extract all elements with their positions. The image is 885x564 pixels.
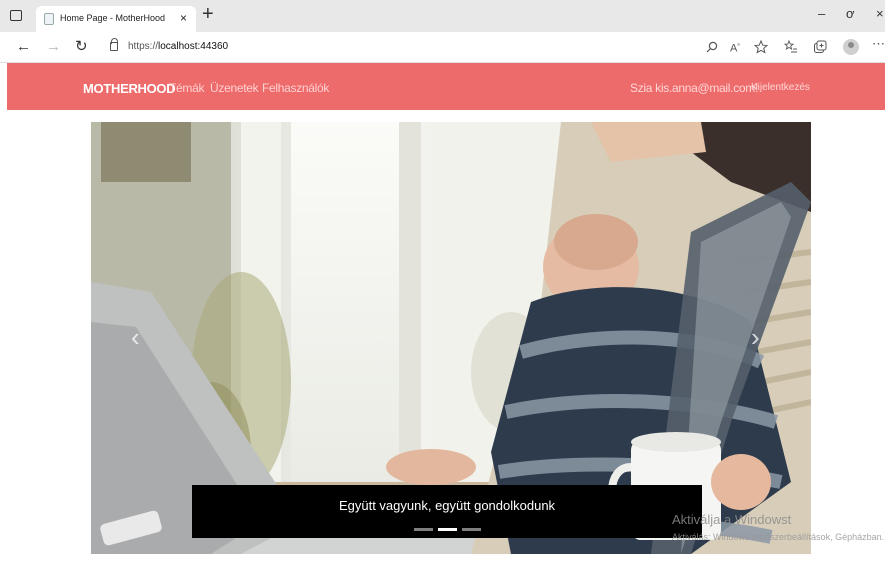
search-icon[interactable] <box>706 41 718 53</box>
brand-logo[interactable]: MOTHERHOOD <box>83 81 176 96</box>
url-text: https://localhost:44360 <box>128 41 229 52</box>
carousel-indicator[interactable] <box>462 528 481 531</box>
more-icon[interactable]: ⋯ <box>872 37 885 50</box>
site-navbar: MOTHERHOOD Témák Üzenetek Felhasználók S… <box>7 63 885 110</box>
logout-link[interactable]: Kijelentkezés <box>751 82 810 93</box>
back-icon[interactable]: ← <box>16 38 31 55</box>
tab-close-icon[interactable]: × <box>180 11 187 25</box>
favorite-icon[interactable] <box>754 40 768 54</box>
profile-icon[interactable] <box>843 39 859 55</box>
collections-icon[interactable] <box>813 40 827 54</box>
nav-link-uzenetek[interactable]: Üzenetek <box>210 81 259 95</box>
forward-icon[interactable]: → <box>46 38 61 55</box>
read-aloud-icon[interactable]: Aᵃ <box>730 40 740 56</box>
page-favicon-icon <box>44 13 54 25</box>
new-tab-button[interactable]: + <box>202 4 214 24</box>
tab-actions-icon[interactable] <box>10 10 22 21</box>
nav-link-felhasznalok[interactable]: Felhasználók <box>262 81 329 95</box>
favorites-list-icon[interactable] <box>784 40 798 54</box>
minimize-button[interactable]: – <box>818 7 825 21</box>
carousel-indicator-active[interactable] <box>438 528 457 531</box>
carousel-caption-box: Együtt vagyunk, együtt gondolkodunk <box>192 485 702 538</box>
restore-button[interactable]: ơ <box>846 7 855 21</box>
carousel-caption: Együtt vagyunk, együtt gondolkodunk <box>338 498 556 513</box>
url-input[interactable]: https://localhost:44360 <box>104 37 784 58</box>
hero-carousel: ‹ › Együtt vagyunk, együtt gondolkodunk <box>91 122 811 554</box>
windows-activation-watermark: Aktiválja a Windowst <box>672 512 792 527</box>
tab-title: Home Page - MotherHood <box>60 13 166 23</box>
lock-icon[interactable] <box>110 38 118 51</box>
browser-tab[interactable]: Home Page - MotherHood × <box>36 6 196 32</box>
nav-link-temak[interactable]: Témák <box>169 81 204 95</box>
carousel-next-button[interactable]: › <box>751 322 760 352</box>
carousel-indicator[interactable] <box>414 528 433 531</box>
windows-activation-subtext: Aktiválás: Windows rendszerbeállítások, … <box>672 532 885 542</box>
browser-tab-bar: Home Page - MotherHood × + – ơ × <box>0 0 885 32</box>
user-greeting-link[interactable]: Szia kis.anna@mail.com! <box>630 81 758 95</box>
close-window-button[interactable]: × <box>876 7 884 21</box>
address-bar: ← → ↻ https://localhost:44360 Aᵃ ⋯ <box>0 32 885 63</box>
refresh-icon[interactable]: ↻ <box>75 38 88 55</box>
carousel-prev-button[interactable]: ‹ <box>131 322 140 352</box>
